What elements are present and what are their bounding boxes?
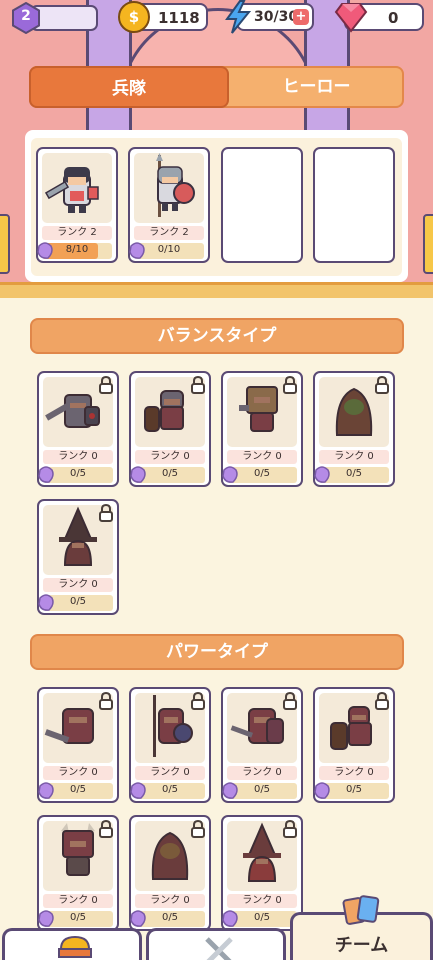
unit-rank: ランク 2 [134,226,204,240]
lock-icon [99,820,113,838]
cards-icon [342,895,380,925]
unit-rank: ランク 0 [43,578,113,592]
spear-knight-icon [156,153,195,217]
lock-icon [191,820,205,838]
section-header-balance: バランスタイプ [30,318,404,354]
equipped-panel: ランク 2 8/10 ランク 2 0/10 [25,130,408,282]
coin-amount: 1118 [158,9,200,27]
level-number: 2 [21,8,31,24]
unit-card[interactable]: ランク 0 0/5 [37,687,119,803]
wall-strip [0,282,433,298]
crossed-swords-icon [205,937,233,960]
unit-rank: ランク 0 [43,894,113,908]
energy-amount: 30/30 [254,9,299,25]
lock-icon [191,692,205,710]
unit-rank: ランク 0 [43,450,113,464]
unit-portrait [42,153,112,223]
shop-icon [58,935,92,958]
equipped-unit-card[interactable]: ランク 2 8/10 [36,147,118,263]
gem-icon [334,3,368,33]
coin-icon: $ [118,1,150,33]
lock-icon [283,692,297,710]
lock-icon [99,376,113,394]
shard-icon [314,782,330,799]
lock-icon [191,376,205,394]
unit-rank: ランク 0 [227,450,297,464]
unit-rank: ランク 0 [135,450,205,464]
tab-heroes[interactable]: ヒーロー [229,68,404,106]
unit-card[interactable]: ランク 0 0/5 [221,815,303,931]
shard-icon [130,466,146,483]
nav-team-label: チーム [334,935,389,956]
lock-icon [375,692,389,710]
lightning-icon [225,0,252,34]
unit-rank: ランク 0 [227,894,297,908]
top-bar: 2 1118 $ 30/30 + 0 [0,0,433,36]
unit-card[interactable]: ランク 0 0/5 [129,687,211,803]
shard-icon [314,466,330,483]
equipped-slots: ランク 2 8/10 ランク 2 0/10 [31,138,402,276]
unit-tabs: 兵隊 ヒーロー [29,66,404,108]
lock-icon [375,376,389,394]
unit-card[interactable]: ランク 0 0/5 [37,371,119,487]
unit-rank: ランク 2 [42,226,112,240]
unit-card[interactable]: ランク 0 0/5 [129,815,211,931]
unit-card[interactable]: ランク 0 0/5 [221,371,303,487]
sword-knight-icon [44,167,99,213]
lock-icon [283,376,297,394]
equipped-unit-card[interactable]: ランク 2 0/10 [128,147,210,263]
bottom-nav: チーム [0,895,433,960]
shard-icon [222,782,238,799]
lock-icon [99,504,113,522]
empty-slot[interactable] [221,147,303,263]
shard-icon [222,466,238,483]
shard-icon [38,782,54,799]
unit-rank: ランク 0 [319,766,389,780]
unit-card[interactable]: ランク 0 0/5 [221,687,303,803]
unit-portrait [134,153,204,223]
unit-card[interactable]: ランク 0 0/5 [37,499,119,615]
section-header-power: パワータイプ [30,634,404,670]
shard-icon [129,242,145,259]
unit-card[interactable]: ランク 0 0/5 [129,371,211,487]
unit-card[interactable]: ランク 0 0/5 [37,815,119,931]
unit-rank: ランク 0 [43,766,113,780]
add-energy-button[interactable]: + [293,9,309,25]
player-level[interactable]: 2 [10,2,98,34]
gold-ornament-left [0,214,10,274]
tab-soldiers[interactable]: 兵隊 [29,66,229,108]
unit-rank: ランク 0 [227,766,297,780]
nav-team-button[interactable]: チーム [290,895,433,960]
shard-icon [38,594,54,611]
unit-rank: ランク 0 [135,766,205,780]
empty-slot[interactable] [313,147,395,263]
unit-card[interactable]: ランク 0 0/5 [313,371,395,487]
unit-card[interactable]: ランク 0 0/5 [313,687,395,803]
shard-icon [130,782,146,799]
unit-rank: ランク 0 [135,894,205,908]
gem-amount: 0 [388,9,399,27]
shard-icon [37,242,53,259]
lock-icon [283,820,297,838]
unit-rank: ランク 0 [319,450,389,464]
shard-icon [38,466,54,483]
nav-shop-button[interactable] [2,928,142,960]
nav-battle-button[interactable] [146,928,286,960]
lock-icon [99,692,113,710]
gold-ornament-right [423,214,433,274]
